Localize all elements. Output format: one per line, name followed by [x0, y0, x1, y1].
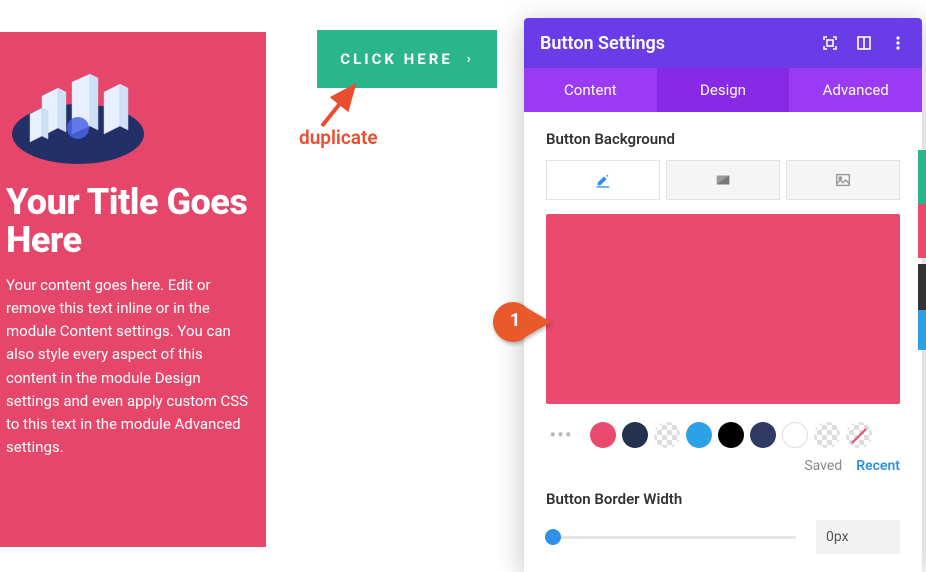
- background-type-row: [546, 160, 900, 200]
- swatch-white[interactable]: [782, 422, 808, 448]
- fullscreen-icon[interactable]: [822, 35, 838, 51]
- background-preview[interactable]: [546, 214, 900, 404]
- swatch-row: •••: [546, 422, 900, 448]
- border-width-slider[interactable]: [546, 527, 796, 547]
- tab-content[interactable]: Content: [524, 68, 657, 112]
- bg-type-image[interactable]: [786, 160, 900, 200]
- step-marker-1: 1: [493, 302, 553, 342]
- border-width-section-label: Button Border Width: [546, 490, 900, 508]
- annotation-duplicate-label: duplicate: [299, 126, 378, 149]
- panel-tabs: Content Design Advanced: [524, 68, 922, 112]
- background-section-label: Button Background: [546, 130, 900, 148]
- tab-advanced[interactable]: Advanced: [789, 68, 922, 112]
- swatch-filter-row: Saved Recent: [546, 458, 900, 474]
- panel-title: Button Settings: [540, 33, 665, 54]
- swatch-black[interactable]: [718, 422, 744, 448]
- swatch-navy[interactable]: [750, 422, 776, 448]
- more-horizontal-icon[interactable]: •••: [546, 423, 576, 447]
- swatch-none[interactable]: [846, 422, 872, 448]
- swatch-filter-recent[interactable]: Recent: [856, 458, 900, 474]
- swatch-pink[interactable]: [590, 422, 616, 448]
- chevron-right-icon: ›: [467, 52, 474, 67]
- more-vertical-icon[interactable]: [890, 35, 906, 51]
- slider-thumb[interactable]: [545, 529, 561, 545]
- border-width-value[interactable]: 0px: [816, 520, 900, 554]
- isometric-illustration: [8, 56, 148, 166]
- card-body: Your content goes here. Edit or remove t…: [6, 274, 256, 460]
- swatch-darknavy[interactable]: [622, 422, 648, 448]
- tab-design[interactable]: Design: [657, 68, 790, 112]
- swatch-filter-saved[interactable]: Saved: [804, 458, 842, 474]
- card-title: Your Title Goes Here: [6, 184, 256, 260]
- annotation-arrow-icon: [310, 80, 370, 130]
- panel-header: Button Settings: [524, 18, 922, 68]
- swatch-blue[interactable]: [686, 422, 712, 448]
- cta-label: CLICK HERE: [340, 50, 452, 68]
- bg-type-gradient[interactable]: [666, 160, 780, 200]
- button-settings-panel: Button Settings Content Design Advanced …: [524, 18, 922, 572]
- content-card: Your Title Goes Here Your content goes h…: [0, 32, 266, 547]
- swatch-transparent-1[interactable]: [654, 422, 680, 448]
- columns-icon[interactable]: [856, 35, 872, 51]
- swatch-transparent-2[interactable]: [814, 422, 840, 448]
- page-edge-strip: [918, 150, 926, 350]
- bg-type-color[interactable]: [546, 160, 660, 200]
